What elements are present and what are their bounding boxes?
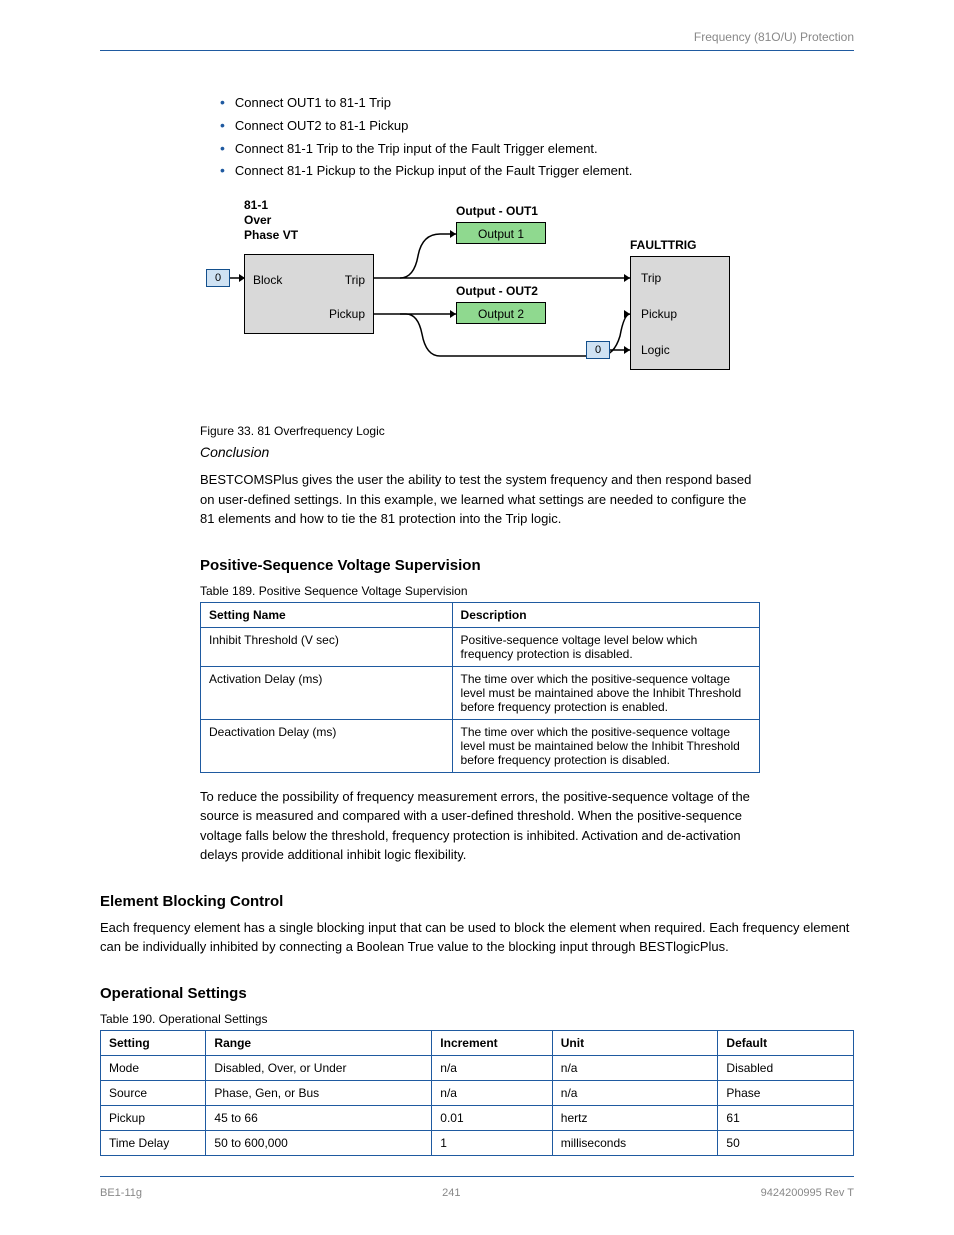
- cell: Disabled: [718, 1055, 854, 1080]
- positive-seq-table: Setting Name Description Inhibit Thresho…: [200, 602, 760, 773]
- faulttrig-title: FAULTTRIG: [630, 238, 696, 253]
- faulttrig-port-trip: Trip: [641, 271, 661, 285]
- cell: Inhibit Threshold (V sec): [201, 627, 453, 666]
- const-zero-logic: 0: [586, 341, 610, 359]
- cell: n/a: [552, 1080, 718, 1105]
- faulttrig-port-logic: Logic: [641, 343, 670, 357]
- step-4: Connect 81-1 Pickup to the Pickup input …: [220, 159, 854, 182]
- cell: Positive-sequence voltage level below wh…: [452, 627, 759, 666]
- step-3-text: Connect 81-1 Trip to the Trip input of t…: [235, 141, 598, 156]
- cell: n/a: [432, 1055, 552, 1080]
- step-3: Connect 81-1 Trip to the Trip input of t…: [220, 137, 854, 160]
- cell: 0.01: [432, 1105, 552, 1130]
- cell: Pickup: [101, 1105, 206, 1130]
- col-range: Range: [206, 1030, 432, 1055]
- table-row: Mode Disabled, Over, or Under n/a n/a Di…: [101, 1055, 854, 1080]
- positive-seq-body: To reduce the possibility of frequency m…: [200, 787, 760, 865]
- cell: 50: [718, 1130, 854, 1155]
- out2-title: Output - OUT2: [456, 284, 538, 299]
- col-increment: Increment: [432, 1030, 552, 1055]
- cell: The time over which the positive-sequenc…: [452, 666, 759, 719]
- header-divider: [100, 50, 854, 51]
- cell: The time over which the positive-sequenc…: [452, 719, 759, 772]
- operational-settings-caption: Table 190. Operational Settings: [100, 1012, 854, 1026]
- cell: n/a: [552, 1055, 718, 1080]
- cell: 61: [718, 1105, 854, 1130]
- cell: 50 to 600,000: [206, 1130, 432, 1155]
- step-4-text: Connect 81-1 Pickup to the Pickup input …: [235, 163, 632, 178]
- col-default: Default: [718, 1030, 854, 1055]
- table-row: Inhibit Threshold (V sec) Positive-seque…: [201, 627, 760, 666]
- out1-box: Output 1: [456, 222, 546, 244]
- out1-title: Output - OUT1: [456, 204, 538, 219]
- faulttrig-block: Trip Pickup Logic: [630, 256, 730, 370]
- cell: Activation Delay (ms): [201, 666, 453, 719]
- table-header-row: Setting Name Description: [201, 602, 760, 627]
- logic-diagram: 81-1 Over Phase VT Block Trip Pickup 0 O…: [200, 198, 760, 418]
- const-zero-block: 0: [206, 269, 230, 287]
- figure-caption: Figure 33. 81 Overfrequency Logic: [200, 424, 854, 438]
- conclusion-heading: Conclusion: [200, 444, 854, 460]
- block-81: Block Trip Pickup: [244, 254, 374, 334]
- step-2-text: Connect OUT2 to 81-1 Pickup: [235, 118, 408, 133]
- footer-divider: [100, 1176, 854, 1177]
- header-section-title: Frequency (81O/U) Protection: [694, 30, 854, 44]
- port-pickup: Pickup: [329, 307, 365, 321]
- table-row: Time Delay 50 to 600,000 1 milliseconds …: [101, 1130, 854, 1155]
- col-unit: Unit: [552, 1030, 718, 1055]
- table-row: Deactivation Delay (ms) The time over wh…: [201, 719, 760, 772]
- cell: milliseconds: [552, 1130, 718, 1155]
- col-setting-name: Setting Name: [201, 602, 453, 627]
- cell: n/a: [432, 1080, 552, 1105]
- footer-page-number: 241: [442, 1187, 460, 1199]
- cell: Mode: [101, 1055, 206, 1080]
- step-1: Connect OUT1 to 81-1 Trip: [220, 91, 854, 114]
- cell: Phase: [718, 1080, 854, 1105]
- cell: Deactivation Delay (ms): [201, 719, 453, 772]
- out2-box: Output 2: [456, 302, 546, 324]
- cell: 1: [432, 1130, 552, 1155]
- steps-list: Connect OUT1 to 81-1 Trip Connect OUT2 t…: [220, 91, 854, 182]
- positive-seq-table-caption: Table 189. Positive Sequence Voltage Sup…: [200, 584, 854, 598]
- positive-seq-heading: Positive-Sequence Voltage Supervision: [200, 557, 854, 574]
- element-blocking-heading: Element Blocking Control: [100, 893, 854, 910]
- cell: 45 to 66: [206, 1105, 432, 1130]
- table-row: Activation Delay (ms) The time over whic…: [201, 666, 760, 719]
- conclusion-body: BESTCOMSPlus gives the user the ability …: [200, 470, 760, 529]
- faulttrig-port-pickup: Pickup: [641, 307, 677, 321]
- cell: Disabled, Over, or Under: [206, 1055, 432, 1080]
- table-row: Source Phase, Gen, or Bus n/a n/a Phase: [101, 1080, 854, 1105]
- footer: BE1-11g 241 9424200995 Rev T: [100, 1187, 854, 1199]
- cell: Source: [101, 1080, 206, 1105]
- step-2: Connect OUT2 to 81-1 Pickup: [220, 114, 854, 137]
- cell: Phase, Gen, or Bus: [206, 1080, 432, 1105]
- cell: Time Delay: [101, 1130, 206, 1155]
- operational-settings-table: Setting Range Increment Unit Default Mod…: [100, 1030, 854, 1156]
- step-1-text: Connect OUT1 to 81-1 Trip: [235, 95, 391, 110]
- col-description: Description: [452, 602, 759, 627]
- table-row: Pickup 45 to 66 0.01 hertz 61: [101, 1105, 854, 1130]
- footer-right: 9424200995 Rev T: [761, 1187, 854, 1199]
- footer-left: BE1-11g: [100, 1187, 142, 1199]
- col-setting: Setting: [101, 1030, 206, 1055]
- block-81-label: 81-1 Over Phase VT: [244, 198, 298, 243]
- operational-settings-heading: Operational Settings: [100, 985, 854, 1002]
- cell: hertz: [552, 1105, 718, 1130]
- table-header-row: Setting Range Increment Unit Default: [101, 1030, 854, 1055]
- element-blocking-body: Each frequency element has a single bloc…: [100, 918, 854, 957]
- port-trip: Trip: [345, 273, 365, 287]
- port-block: Block: [253, 273, 282, 287]
